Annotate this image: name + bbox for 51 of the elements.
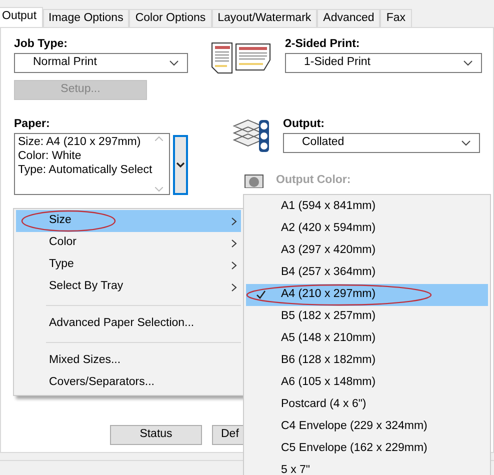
chevron-icon xyxy=(463,60,473,66)
scroll-up-icon[interactable] xyxy=(155,136,164,141)
dropdown[interactable]: 1-Sided Print xyxy=(285,53,482,73)
scroll-down-icon[interactable] xyxy=(155,187,164,192)
menu-item[interactable]: A3 (297 x 420mm) xyxy=(246,240,488,262)
tab[interactable]: Color Options xyxy=(129,9,212,27)
menu-item[interactable]: A2 (420 x 594mm) xyxy=(246,218,488,240)
field-label: Paper: xyxy=(14,118,51,132)
menu-item[interactable]: B4 (257 x 364mm) xyxy=(246,262,488,284)
text-line: Type: Automatically Select xyxy=(18,164,152,178)
tab[interactable]: Image Options xyxy=(42,9,130,27)
text-line: Color: White xyxy=(18,150,82,164)
tab[interactable]: Advanced xyxy=(317,9,380,27)
field-label: 2-Sided Print: xyxy=(285,38,361,52)
text-line: Size: A4 (210 x 297mm) xyxy=(18,136,142,150)
menu-item[interactable]: B5 (182 x 257mm) xyxy=(246,306,488,328)
menu-item[interactable]: A6 (105 x 148mm) xyxy=(246,372,488,394)
menu-item[interactable]: B6 (128 x 182mm) xyxy=(246,350,488,372)
chevron-icon xyxy=(169,60,179,66)
field-label: Job Type: xyxy=(14,38,68,52)
color-icon xyxy=(244,174,264,188)
button[interactable]: Def xyxy=(212,425,246,445)
dropdown[interactable]: Collated xyxy=(283,133,480,153)
menu-item[interactable]: C4 Envelope (229 x 324mm) xyxy=(246,416,488,438)
tab[interactable]: Layout/Watermark xyxy=(212,9,318,27)
field-label: Output: xyxy=(283,118,326,132)
button[interactable]: Status xyxy=(110,425,202,445)
chevron-icon xyxy=(176,162,185,168)
paper-text-box[interactable]: Size: A4 (210 x 297mm) Color: White Type: Automatically Select xyxy=(14,133,170,195)
tab[interactable]: Fax xyxy=(380,9,412,27)
menu-item[interactable]: Advanced Paper Selection... xyxy=(16,313,241,335)
menu-item[interactable]: C5 Envelope (162 x 229mm) xyxy=(246,438,488,460)
menu-item[interactable]: A5 (148 x 210mm) xyxy=(246,328,488,350)
duplex-pages-icon xyxy=(210,41,272,75)
field-label: Output Color: xyxy=(276,174,351,188)
chevron-icon xyxy=(461,140,471,146)
tab[interactable]: Output xyxy=(0,7,43,27)
menu-item[interactable]: Mixed Sizes... xyxy=(16,350,241,372)
menu-item[interactable]: Postcard (4 x 6") xyxy=(246,394,488,416)
menu-item[interactable]: Size xyxy=(16,210,241,232)
dropdown[interactable]: Normal Print xyxy=(14,53,188,73)
menu-item[interactable]: A4 (210 x 297mm) xyxy=(246,284,488,306)
menu-item[interactable]: Type xyxy=(16,254,241,276)
check-icon xyxy=(256,290,266,299)
menu-item[interactable]: A1 (594 x 841mm) xyxy=(246,196,488,218)
collated-stack-icon xyxy=(232,118,270,154)
menu-item[interactable]: Select By Tray xyxy=(16,276,241,298)
dropdown-button[interactable] xyxy=(173,135,188,195)
menu-item[interactable]: 5 x 7" xyxy=(246,460,488,475)
menu-item[interactable]: Color xyxy=(16,232,241,254)
menu-item[interactable]: Covers/Separators... xyxy=(16,372,241,394)
